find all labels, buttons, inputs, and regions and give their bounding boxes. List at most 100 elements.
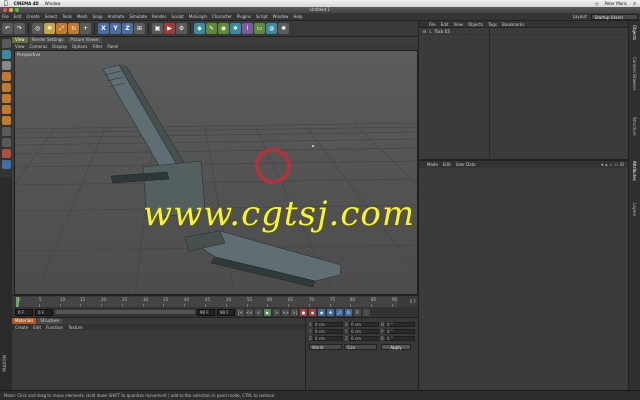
3d-viewport[interactable]: Perspective www.cgtsj.com (14, 50, 418, 295)
spline-pen-icon[interactable]: ✎ (206, 23, 217, 34)
menu-window[interactable]: Window (45, 1, 61, 6)
tweak-mode-icon[interactable] (1, 138, 11, 147)
menu-render[interactable]: Render (152, 14, 166, 19)
points-mode-icon[interactable] (1, 94, 11, 103)
next-frame-button[interactable]: > (273, 308, 280, 316)
side-tab-structure[interactable]: Structure (632, 117, 637, 136)
rotation-key-icon[interactable]: ↻ (345, 308, 352, 316)
spotlight-icon[interactable]: ⚲ (633, 1, 636, 6)
previous-frame-button[interactable]: < (255, 308, 262, 316)
materials-menu-function[interactable]: Function (46, 325, 63, 330)
menu-select[interactable]: Select (45, 14, 57, 19)
lock-icon[interactable]: ▫ (614, 162, 617, 168)
keyframe-selection-icon[interactable]: ◆ (318, 308, 325, 316)
side-tab-content-browser[interactable]: Content Browser (632, 57, 637, 90)
back-arrow-icon[interactable]: ◂ (601, 162, 604, 168)
next-key-button[interactable]: >> (282, 308, 289, 316)
make-editable-icon[interactable] (1, 39, 11, 48)
autokey-icon[interactable]: ◉ (309, 308, 316, 316)
cube-primitive-icon[interactable]: ◆ (194, 23, 205, 34)
search-icon[interactable]: ⌕ (610, 162, 613, 168)
menu-mograph[interactable]: MoGraph (189, 14, 207, 19)
polygons-mode-icon[interactable] (1, 116, 11, 125)
go-to-end-button[interactable]: >| (291, 308, 298, 316)
deformer-icon[interactable]: ⌇ (242, 23, 253, 34)
floor-icon[interactable]: ▭ (254, 23, 265, 34)
layout-dropdown[interactable]: Startup (User) (590, 13, 638, 20)
size-z-field[interactable]: 0 cm (349, 336, 379, 341)
menu-create[interactable]: Create (26, 14, 39, 19)
objects-menu-tags[interactable]: Tags (488, 21, 497, 27)
viewport-menu-cameras[interactable]: Cameras (30, 44, 48, 49)
x-axis-lock-button[interactable]: X (98, 23, 109, 34)
app-name[interactable]: CINEMA 4D (14, 1, 39, 6)
object-name[interactable]: Tock 03 (435, 29, 450, 34)
timeline-ruler[interactable]: 0 5 10 15 20 25 30 35 40 45 50 55 60 65 70 75 80 85 90 (16, 297, 398, 307)
viewport-menu-view[interactable]: View (15, 44, 25, 49)
minimize-window-icon[interactable] (9, 8, 13, 12)
objects-menu-file[interactable]: File (429, 21, 436, 27)
redo-icon[interactable]: ↷ (14, 23, 25, 34)
up-arrow-icon[interactable]: ▴ (605, 162, 608, 168)
model-mode-icon[interactable] (1, 50, 11, 59)
coordinate-mode-dropdown[interactable]: World (309, 344, 342, 350)
light-icon[interactable]: ✺ (278, 23, 289, 34)
expand-icon[interactable]: ⊟ (423, 29, 426, 34)
objects-menu-edit[interactable]: Edit (441, 21, 449, 27)
edges-mode-icon[interactable] (1, 105, 11, 114)
texture-mode-icon[interactable] (1, 72, 11, 81)
menu-file[interactable]: File (2, 14, 9, 19)
objects-menu-bookmarks[interactable]: Bookmarks (502, 21, 524, 27)
point-level-animation-icon[interactable]: ⋮ (363, 308, 370, 316)
rotation-b-field[interactable]: 0 ° (385, 336, 415, 341)
y-axis-lock-button[interactable]: Y (110, 23, 121, 34)
menu-snap[interactable]: Snap (92, 14, 102, 19)
menu-mesh[interactable]: Mesh (77, 14, 88, 19)
rotation-p-field[interactable]: 0 ° (385, 329, 415, 334)
go-to-start-button[interactable]: |< (237, 308, 244, 316)
rotate-tool-icon[interactable]: ↻ (68, 23, 79, 34)
record-key-icon[interactable]: ● (300, 308, 307, 316)
menu-edit[interactable]: Edit (14, 14, 22, 19)
live-selection-icon[interactable]: ◎ (32, 23, 43, 34)
position-y-field[interactable]: 0 cm (313, 329, 343, 334)
new-manager-icon[interactable]: ⊞ (620, 162, 624, 168)
workplane-lock-icon[interactable] (1, 160, 11, 169)
menu-window[interactable]: Window (273, 14, 289, 19)
undo-icon[interactable]: ↶ (2, 23, 13, 34)
objects-menu-objects[interactable]: Objects (468, 21, 483, 27)
axis-mode-icon[interactable] (1, 127, 11, 136)
array-icon[interactable]: ❖ (230, 23, 241, 34)
object-row[interactable]: ⊟ L Tock 03 ⁚ (419, 28, 628, 35)
tab-structure[interactable]: Structure (37, 318, 62, 324)
attributes-menu-edit[interactable]: Edit (443, 161, 451, 168)
preview-end-field[interactable]: 90 F (197, 308, 215, 316)
objects-menu-view[interactable]: View (453, 21, 463, 27)
menu-animate[interactable]: Animate (108, 14, 125, 19)
side-tab-layers[interactable]: Layers (632, 203, 637, 216)
render-view-icon[interactable]: ▣ (152, 23, 163, 34)
side-tab-attributes[interactable]: Attributes (632, 161, 637, 181)
materials-menu-edit[interactable]: Edit (33, 325, 41, 330)
menu-script[interactable]: Script (256, 14, 268, 19)
menu-tools[interactable]: Tools (62, 14, 72, 19)
rotation-h-field[interactable]: 0 ° (385, 322, 415, 327)
visibility-dots-icon[interactable]: ⁚ (467, 29, 468, 34)
menu-help[interactable]: Help (293, 14, 302, 19)
coordinate-system-icon[interactable]: ⊞ (134, 23, 145, 34)
camera-icon[interactable]: ◍ (266, 23, 277, 34)
apply-button[interactable]: Apply (381, 344, 411, 350)
timeline[interactable]: 0 5 10 15 20 25 30 35 40 45 50 55 60 65 70 75 80 85 90 0 F (12, 295, 418, 307)
menu-sculpt[interactable]: Sculpt (171, 14, 184, 19)
tab-materials[interactable]: Materials (12, 318, 37, 324)
viewport-menu-options[interactable]: Options (72, 44, 87, 49)
close-window-icon[interactable] (3, 8, 7, 12)
menu-character[interactable]: Character (212, 14, 232, 19)
preview-range-slider[interactable] (55, 310, 195, 314)
position-x-field[interactable]: 0 cm (313, 322, 343, 327)
play-button[interactable]: ▶ (264, 308, 271, 316)
position-key-icon[interactable]: ✥ (327, 308, 334, 316)
previous-key-button[interactable]: << (246, 308, 253, 316)
apple-icon[interactable]:  (4, 0, 8, 7)
side-tab-objects[interactable]: Objects (632, 25, 637, 40)
